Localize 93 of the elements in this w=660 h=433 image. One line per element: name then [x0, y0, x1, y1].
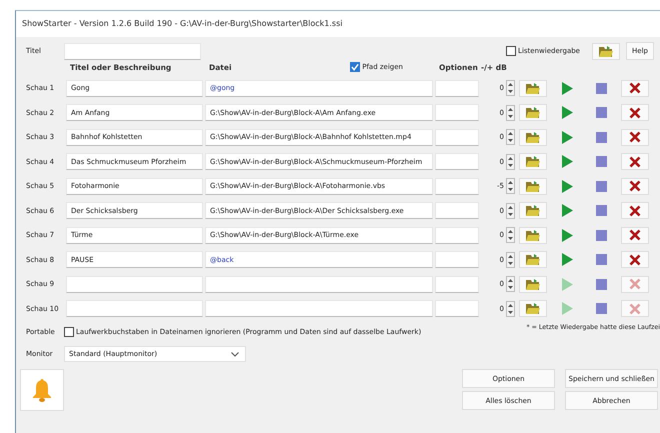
options-field[interactable]: [435, 202, 479, 219]
open-button[interactable]: [592, 42, 620, 60]
stop-icon: [596, 180, 606, 192]
spin-arrows-icon: [506, 276, 515, 292]
folder-icon: [525, 106, 541, 119]
options-field[interactable]: [435, 276, 479, 292]
folder-icon: [525, 253, 541, 266]
spin-arrows-icon: [506, 80, 515, 96]
play-icon: [561, 302, 573, 315]
folder-icon: [525, 82, 541, 94]
open-button[interactable]: [519, 128, 547, 146]
checkbox[interactable]: [350, 62, 360, 72]
folder-icon: [598, 44, 614, 58]
close-icon: [629, 131, 641, 143]
stop-icon: [596, 132, 606, 142]
spin-arrows-icon: [506, 300, 515, 316]
stop-icon: [596, 278, 606, 290]
checkbox[interactable]: [64, 327, 74, 337]
stop-icon: [596, 82, 606, 94]
title-field[interactable]: [66, 276, 203, 292]
stop-icon: [596, 254, 606, 265]
checkbox[interactable]: [506, 46, 516, 56]
options-field[interactable]: [435, 300, 479, 317]
bell-button[interactable]: [20, 369, 64, 411]
folder-icon: [525, 228, 541, 242]
chevron-down-icon: [231, 352, 239, 356]
close-icon: [629, 156, 641, 168]
options-field[interactable]: [435, 153, 479, 170]
open-button[interactable]: [519, 251, 547, 268]
stop-icon: [596, 205, 606, 216]
play-icon: [561, 155, 573, 168]
close-icon: [629, 229, 641, 241]
delete-button[interactable]: [621, 153, 649, 170]
play-icon: [561, 228, 573, 242]
file-field[interactable]: [205, 300, 433, 317]
bell-icon: [31, 378, 53, 402]
spin-arrows-icon: [506, 252, 515, 268]
delete-button[interactable]: [621, 80, 649, 96]
open-button[interactable]: [519, 153, 547, 170]
close-icon: [629, 106, 641, 118]
close-icon: [629, 204, 641, 216]
delete-button[interactable]: [621, 178, 649, 194]
close-icon: [629, 180, 641, 192]
delete-button[interactable]: [621, 128, 649, 146]
spin-arrows-icon: [506, 154, 515, 170]
play-icon: [561, 180, 573, 192]
open-button[interactable]: [519, 276, 547, 292]
spin-arrows-icon: [506, 202, 515, 218]
options-field[interactable]: [435, 128, 479, 146]
delete-button[interactable]: [621, 104, 649, 121]
title-field[interactable]: [64, 42, 201, 60]
file-field[interactable]: [205, 276, 433, 292]
close-icon: [629, 254, 641, 266]
options-field[interactable]: [435, 251, 479, 268]
play-icon: [561, 204, 573, 217]
delete-button[interactable]: [621, 226, 649, 244]
close-icon: [629, 278, 641, 290]
options-field[interactable]: [435, 226, 479, 244]
stop-icon: [596, 107, 606, 118]
window-title: ShowStarter - Version 1.2.6 Build 190 - G:\AV-in-der-Burg\Showstarter\Block1.ssi: [16, 11, 660, 37]
spin-arrows-icon: [506, 129, 515, 145]
options-field[interactable]: [435, 80, 479, 96]
folder-icon: [525, 155, 541, 168]
spin-arrows-icon: [506, 104, 515, 120]
folder-icon: [525, 302, 541, 315]
title-field[interactable]: [66, 300, 203, 317]
play-icon: [561, 82, 573, 94]
options-field[interactable]: [435, 178, 479, 194]
play-icon: [561, 253, 573, 266]
folder-icon: [525, 278, 541, 290]
folder-icon: [525, 180, 541, 192]
close-icon: [629, 82, 641, 94]
delete-button[interactable]: [621, 251, 649, 268]
checkmark-icon: [351, 63, 360, 71]
delete-button[interactable]: [621, 202, 649, 219]
stop-icon: [596, 156, 606, 167]
play-icon: [561, 106, 573, 119]
stop-icon: [596, 303, 606, 314]
options-field[interactable]: [435, 104, 479, 121]
spin-arrows-icon: [506, 178, 515, 194]
folder-icon: [525, 130, 541, 144]
folder-icon: [525, 204, 541, 217]
stop-icon: [596, 230, 606, 240]
open-button[interactable]: [519, 178, 547, 194]
open-button[interactable]: [519, 80, 547, 96]
open-button[interactable]: [519, 104, 547, 121]
play-icon: [561, 278, 573, 290]
open-button[interactable]: [519, 300, 547, 317]
play-icon: [561, 130, 573, 144]
spin-arrows-icon: [506, 227, 515, 243]
open-button[interactable]: [519, 202, 547, 219]
close-icon: [629, 302, 641, 314]
open-button[interactable]: [519, 226, 547, 244]
